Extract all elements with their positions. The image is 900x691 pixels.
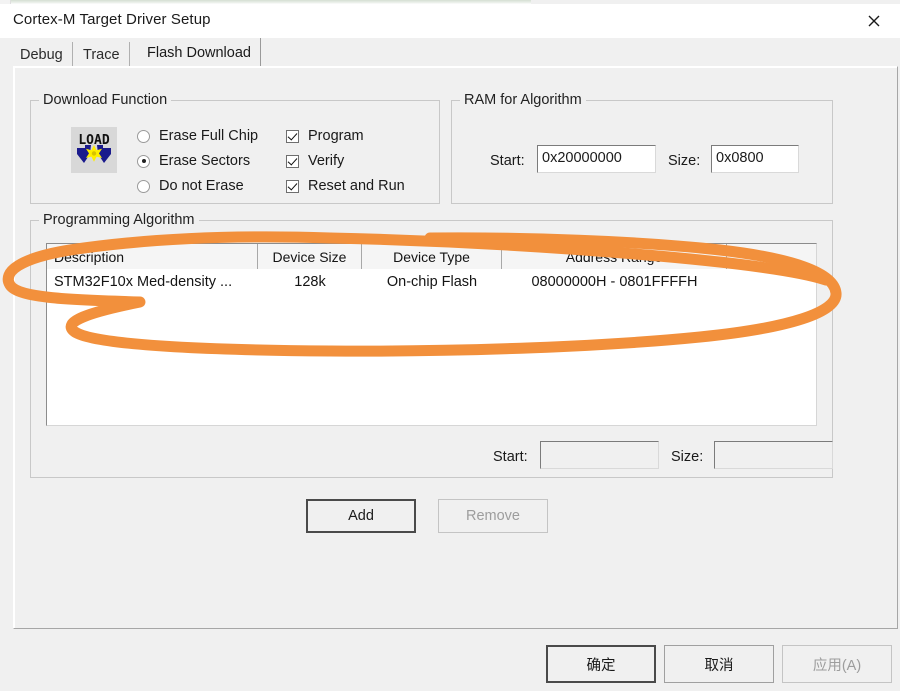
page-title: Cortex-M Target Driver Setup [13,11,211,28]
apply-button[interactable]: 应用(A) [782,645,892,683]
tab-debug[interactable]: Debug [11,42,73,66]
radio-indicator [137,154,150,168]
load-icon: LOAD [71,127,117,173]
download-function-group: Download Function LOAD Erase Full Chip E… [30,92,440,204]
add-button[interactable]: Add [306,499,416,533]
radio-indicator [137,129,150,143]
ok-button[interactable]: 确定 [546,645,656,683]
radio-label: Do not Erase [159,178,244,194]
programming-algorithm-group: Programming Algorithm Description Device… [30,212,833,478]
cell-description: STM32F10x Med-density ... [54,274,233,290]
column-header-extra[interactable] [727,244,815,269]
checkbox-reset-and-run[interactable]: Reset and Run [286,178,405,194]
ram-start-input[interactable]: 0x20000000 [537,145,656,173]
checkbox-verify[interactable]: Verify [286,153,344,169]
tab-trace[interactable]: Trace [74,42,130,66]
cell-device-type: On-chip Flash [386,274,478,290]
column-header-description[interactable]: Description [47,244,258,269]
screen: Cortex-M Target Driver Setup Debug Trace… [0,0,900,691]
tabstrip: Debug Trace Flash Download [11,38,900,66]
algorithm-size-input[interactable] [714,441,833,469]
checkbox-indicator [286,154,299,168]
ram-for-algorithm-legend: RAM for Algorithm [460,92,586,108]
checkbox-program[interactable]: Program [286,128,364,144]
ram-size-input[interactable]: 0x0800 [711,145,799,173]
column-header-address-range[interactable]: Address Range [502,244,727,269]
column-header-device-size[interactable]: Device Size [258,244,362,269]
ram-for-algorithm-group: RAM for Algorithm Start: 0x20000000 Size… [451,92,833,204]
algorithm-listview[interactable]: Description Device Size Device Type Addr… [46,243,817,426]
checkbox-label: Verify [308,153,345,169]
algorithm-start-input[interactable] [540,441,659,469]
algorithm-size-label: Size: [671,449,704,465]
cancel-button[interactable]: 取消 [664,645,774,683]
target-driver-setup-dialog: Cortex-M Target Driver Setup Debug Trace… [0,4,900,691]
remove-button[interactable]: Remove [438,499,548,533]
table-row[interactable]: STM32F10x Med-density ... 128k On-chip F… [47,269,816,295]
checkbox-label: Reset and Run [308,178,405,194]
flash-download-panel: Download Function LOAD Erase Full Chip E… [13,66,898,629]
titlebar: Cortex-M Target Driver Setup [0,4,900,38]
cell-device-size: 128k [294,274,326,290]
algorithm-start-label: Start: [493,449,528,465]
radio-label: Erase Sectors [159,153,251,169]
column-header-device-type[interactable]: Device Type [362,244,502,269]
cell-address-range: 08000000H - 0801FFFFH [531,274,698,290]
cell-extra [727,269,815,295]
ram-size-label: Size: [668,153,701,169]
close-icon[interactable] [848,4,900,38]
programming-algorithm-legend: Programming Algorithm [39,212,199,228]
radio-do-not-erase[interactable]: Do not Erase [137,178,244,194]
ram-start-label: Start: [490,153,525,169]
listview-header: Description Device Size Device Type Addr… [47,244,816,269]
checkbox-label: Program [308,128,364,144]
radio-erase-full-chip[interactable]: Erase Full Chip [137,128,258,144]
checkbox-indicator [286,179,299,193]
radio-erase-sectors[interactable]: Erase Sectors [137,153,250,169]
checkbox-indicator [286,129,299,143]
radio-label: Erase Full Chip [159,128,259,144]
download-function-legend: Download Function [39,92,172,108]
tab-flash-download[interactable]: Flash Download [138,38,261,66]
radio-indicator [137,179,150,193]
